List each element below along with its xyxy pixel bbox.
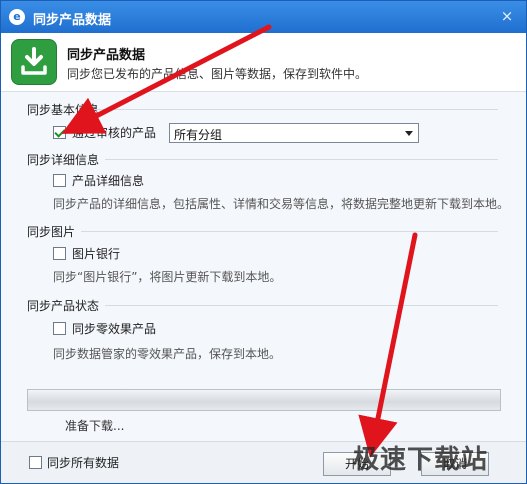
arrow-to-start-button [358, 232, 418, 458]
annotation-arrows [61, 24, 418, 458]
watermark-text: 极速下载站 [353, 445, 489, 475]
arrow-to-checkbox [61, 24, 272, 134]
sync-product-data-window: e 同步产品数据 × 同步产品数据 同步您已发布的产品信息、图片等数据，保存到软… [0, 0, 527, 484]
